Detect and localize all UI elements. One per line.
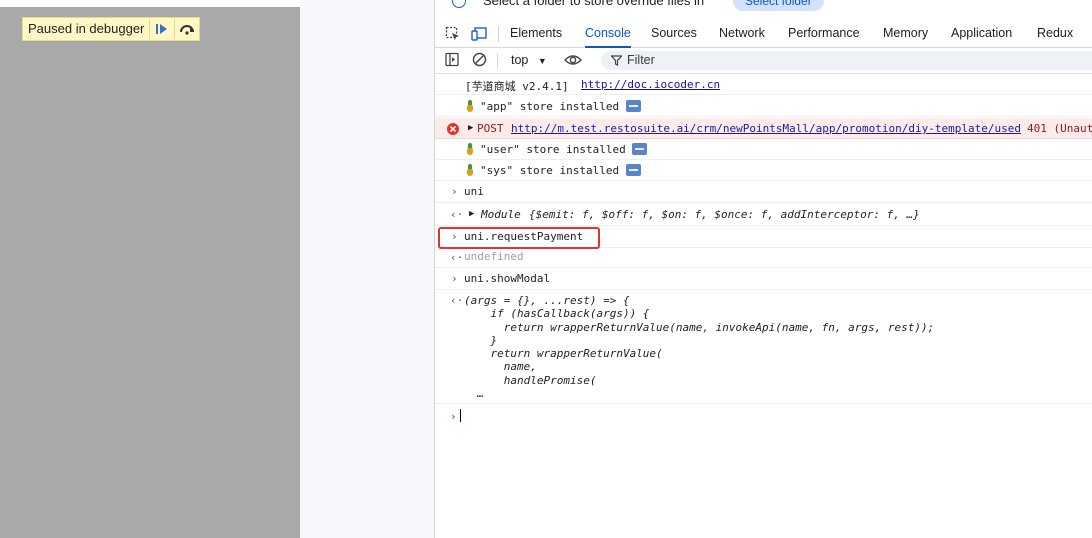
new-badge-icon	[625, 100, 641, 112]
console-result-entry: ‹· ▶ Module {$emit: f, $off: f, $on: f, …	[435, 203, 1092, 226]
pineapple-icon	[465, 100, 474, 112]
error-icon	[447, 123, 459, 135]
context-selector-label: top	[511, 53, 529, 67]
console-input-entry: › uni	[435, 181, 1092, 203]
prompt-chevron-icon: ›	[450, 410, 457, 423]
console-message: "app" store installed	[435, 96, 1092, 117]
info-icon	[452, 0, 466, 8]
log-line: "app" store installed	[465, 100, 641, 113]
paused-in-debugger-overlay: Paused in debugger	[22, 17, 201, 41]
result-undefined: undefined	[464, 250, 524, 263]
paused-label: Paused in debugger	[28, 21, 145, 36]
module-props: {$emit: f, $off: f, $on: f, $once: f, ad…	[529, 208, 920, 221]
pineapple-icon	[465, 164, 474, 176]
console-error: ▶ POST http://m.test.restosuite.ai/crm/n…	[435, 118, 1092, 139]
console-message: "user" store installed	[435, 139, 1092, 160]
show-sidebar-button[interactable]	[445, 52, 460, 70]
pineapple-icon	[465, 143, 474, 155]
expand-triangle-icon[interactable]: ▶	[468, 123, 473, 133]
page-margin	[300, 0, 434, 538]
inspect-element-button[interactable]	[445, 25, 461, 42]
new-badge-icon	[625, 164, 641, 176]
store-app-text: "app" store installed	[480, 100, 620, 113]
console-result-entry: ‹· (args = {}, ...rest) => { if (hasCall…	[435, 290, 1092, 404]
store-sys-text: "sys" store installed	[480, 164, 620, 177]
eye-icon	[564, 55, 582, 65]
error-url-link[interactable]: http://m.test.restosuite.ai/crm/newPoint…	[511, 122, 1021, 135]
tab-divider	[498, 26, 499, 42]
input-text: uni.showModal	[464, 272, 551, 285]
tab-performance[interactable]: Performance	[788, 20, 860, 47]
context-selector[interactable]: top ▼	[511, 53, 547, 67]
step-over-button[interactable]	[174, 19, 199, 39]
clear-console-button[interactable]	[472, 52, 487, 70]
text-caret	[460, 409, 461, 422]
resume-button[interactable]	[149, 19, 174, 39]
result-arrow-icon: ‹·	[450, 208, 464, 221]
device-toggle-icon	[471, 27, 487, 41]
console-message: [芋道商城 v2.4.1] http://doc.iocoder.cn	[435, 74, 1092, 95]
input-text: uni	[464, 185, 484, 198]
new-badge-icon	[632, 143, 648, 155]
console-message: "sys" store installed	[435, 160, 1092, 181]
module-label: Module	[481, 208, 521, 221]
error-status: 401 (Unaut	[1027, 122, 1092, 135]
page-top-strip	[0, 0, 300, 7]
chevron-down-icon: ▼	[537, 56, 547, 66]
tab-application[interactable]: Application	[951, 20, 1012, 47]
toolbar-divider	[497, 53, 498, 68]
devtools-tabbar: Elements Console Sources Network Perform…	[435, 20, 1092, 48]
tab-console[interactable]: Console	[585, 20, 631, 48]
device-toolbar-button[interactable]	[471, 25, 488, 42]
tab-memory[interactable]: Memory	[883, 20, 928, 47]
tab-network[interactable]: Network	[719, 20, 765, 47]
infobar-message: Select a folder to store override files …	[483, 0, 705, 8]
resume-icon	[156, 24, 168, 34]
console-input-entry: › uni.showModal	[435, 268, 1092, 290]
expand-triangle-icon[interactable]: ▶	[469, 209, 474, 219]
log-line: "user" store installed	[465, 143, 648, 156]
input-chevron-icon: ›	[451, 272, 458, 285]
sidebar-icon	[445, 52, 459, 67]
devtools-panel: Select a folder to store override files …	[434, 0, 1092, 538]
filter-placeholder: Filter	[627, 53, 655, 67]
input-chevron-icon: ›	[451, 185, 458, 198]
tab-redux[interactable]: Redux	[1037, 20, 1073, 47]
filter-icon	[611, 55, 622, 66]
function-source: (args = {}, ...rest) => { if (hasCallbac…	[464, 294, 935, 401]
highlight-box	[438, 227, 600, 249]
live-expression-button[interactable]	[564, 53, 582, 70]
step-over-icon	[180, 25, 195, 35]
inspect-icon	[445, 26, 459, 40]
override-infobar: Select a folder to store override files …	[435, 0, 1092, 14]
console-toolbar: top ▼ Filter	[435, 48, 1092, 74]
select-folder-button[interactable]: Select folder	[733, 0, 824, 11]
clear-icon	[472, 52, 487, 67]
console-filter-input[interactable]: Filter	[601, 51, 1092, 70]
console-result-entry: ‹· undefined	[435, 248, 1092, 268]
tab-elements[interactable]: Elements	[510, 20, 562, 47]
error-method: POST	[477, 122, 504, 135]
console-prompt[interactable]: ›	[435, 406, 1092, 426]
result-arrow-icon: ‹·	[450, 294, 464, 307]
page-viewport	[0, 0, 300, 538]
result-arrow-icon: ‹·	[450, 251, 464, 264]
store-user-text: "user" store installed	[480, 143, 626, 156]
doc-link[interactable]: http://doc.iocoder.cn	[581, 78, 720, 91]
log-prefix: [芋道商城 v2.4.1]	[465, 80, 569, 93]
log-line: "sys" store installed	[465, 164, 641, 177]
tab-sources[interactable]: Sources	[651, 20, 697, 47]
